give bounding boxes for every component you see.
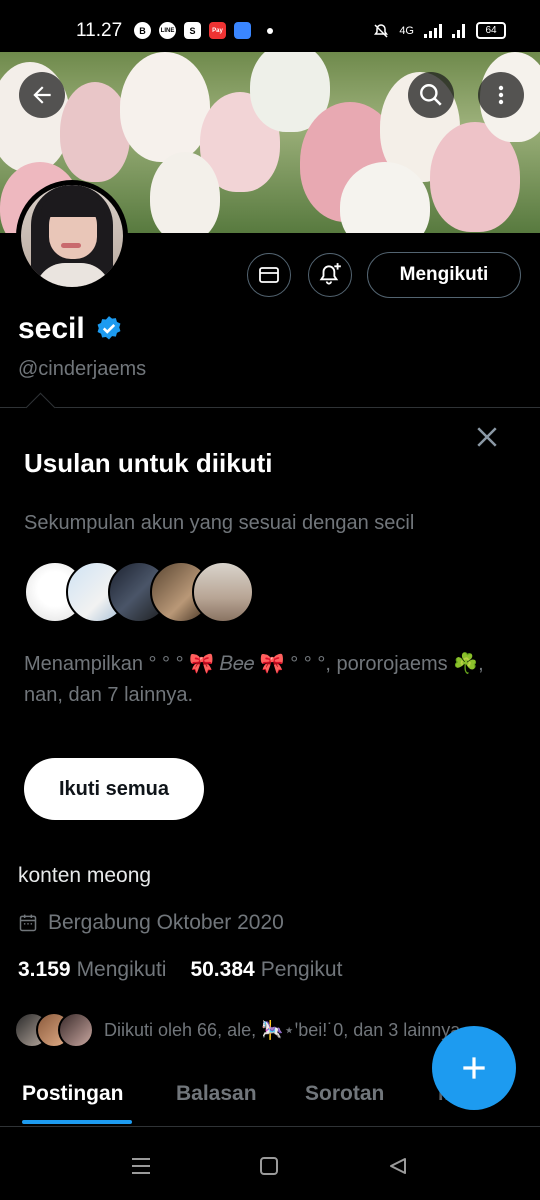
notify-button[interactable] (308, 253, 352, 297)
back-arrow-icon (33, 86, 51, 104)
followed-by-row[interactable]: Diikuti oleh 66, ale, 🎠⋆ꞌbei!˙0, dan 3 l… (14, 1012, 460, 1048)
joined-date: Bergabung Oktober 2020 (18, 911, 284, 935)
close-icon (477, 427, 497, 447)
signal-icon (424, 23, 442, 38)
back-nav-icon[interactable] (388, 1157, 408, 1175)
avatar-image (21, 185, 123, 287)
followed-by-avatars (14, 1012, 94, 1048)
suggestions-description: Menampilkan ° ° ° 🎀 𝐵𝑒𝑒 🎀 ° ° °, pororoj… (24, 653, 484, 706)
line-app-icon: LINE (159, 22, 176, 39)
following-stat[interactable]: 3.159 Mengikuti (18, 958, 166, 982)
message-button[interactable] (247, 253, 291, 297)
notification-icons: B LINE S Pay (134, 22, 273, 39)
pay-app-icon: Pay (209, 22, 226, 39)
profile-name: secil (18, 312, 85, 345)
signal-2-icon (452, 23, 465, 38)
tab-highlights[interactable]: Sorotan (305, 1082, 384, 1106)
tab-replies[interactable]: Balasan (176, 1082, 257, 1106)
plus-icon (463, 1057, 485, 1079)
battery-icon: 64 (476, 22, 506, 39)
mail-icon (259, 267, 279, 283)
app-icon (234, 22, 251, 39)
more-button[interactable] (478, 72, 524, 118)
following-button[interactable]: Mengikuti (367, 252, 521, 298)
follower-avatar (58, 1012, 94, 1048)
compose-button[interactable] (432, 1026, 516, 1110)
suggestions-title: Usulan untuk diikuti (24, 448, 273, 478)
suggestions-subtitle: Sekumpulan akun yang sesuai dengan secil (24, 512, 415, 534)
suggestion-pointer (25, 392, 56, 423)
following-label: Mengikuti (76, 958, 167, 981)
menu-nav-icon[interactable] (130, 1157, 152, 1175)
suggested-avatars[interactable] (24, 561, 254, 623)
following-count: 3.159 (18, 958, 71, 981)
back-button[interactable] (19, 72, 65, 118)
followers-label: Pengikut (260, 958, 343, 981)
close-suggestions-button[interactable] (472, 422, 502, 452)
followers-stat[interactable]: 50.384 Pengikut (190, 958, 342, 982)
suggested-avatar (192, 561, 254, 623)
tab-posts[interactable]: Postingan (22, 1082, 124, 1106)
profile-name-row: secil (18, 312, 123, 346)
profile-stats: 3.159 Mengikuti 50.384 Pengikut (18, 958, 342, 982)
joined-text: Bergabung Oktober 2020 (48, 911, 284, 934)
profile-handle: @cinderjaems (18, 358, 147, 380)
system-icons: 4G 64 (373, 22, 506, 39)
mute-icon (374, 23, 389, 38)
search-button[interactable] (408, 72, 454, 118)
calendar-icon (19, 914, 37, 932)
followers-count: 50.384 (190, 958, 255, 981)
b-app-icon: B (134, 22, 151, 39)
shop-app-icon: S (184, 22, 201, 39)
status-bar: 11.27 B LINE S Pay 4G 64 (0, 0, 540, 52)
verified-badge-icon (97, 316, 121, 340)
status-time: 11.27 (76, 20, 123, 41)
search-icon (420, 84, 442, 106)
home-nav-icon[interactable] (259, 1157, 279, 1175)
bell-plus-icon (319, 263, 341, 285)
divider (0, 407, 540, 408)
active-tab-indicator (22, 1120, 132, 1124)
profile-avatar[interactable] (16, 180, 128, 292)
system-nav-bar (0, 1130, 540, 1200)
followed-by-text: Diikuti oleh 66, ale, 🎠⋆ꞌbei!˙0, dan 3 l… (104, 1019, 461, 1040)
profile-bio: konten meong (18, 864, 152, 887)
network-label: 4G (399, 24, 414, 37)
more-notifications-icon (267, 27, 273, 34)
follow-all-button[interactable]: Ikuti semua (24, 758, 204, 820)
more-vertical-icon (498, 85, 504, 105)
